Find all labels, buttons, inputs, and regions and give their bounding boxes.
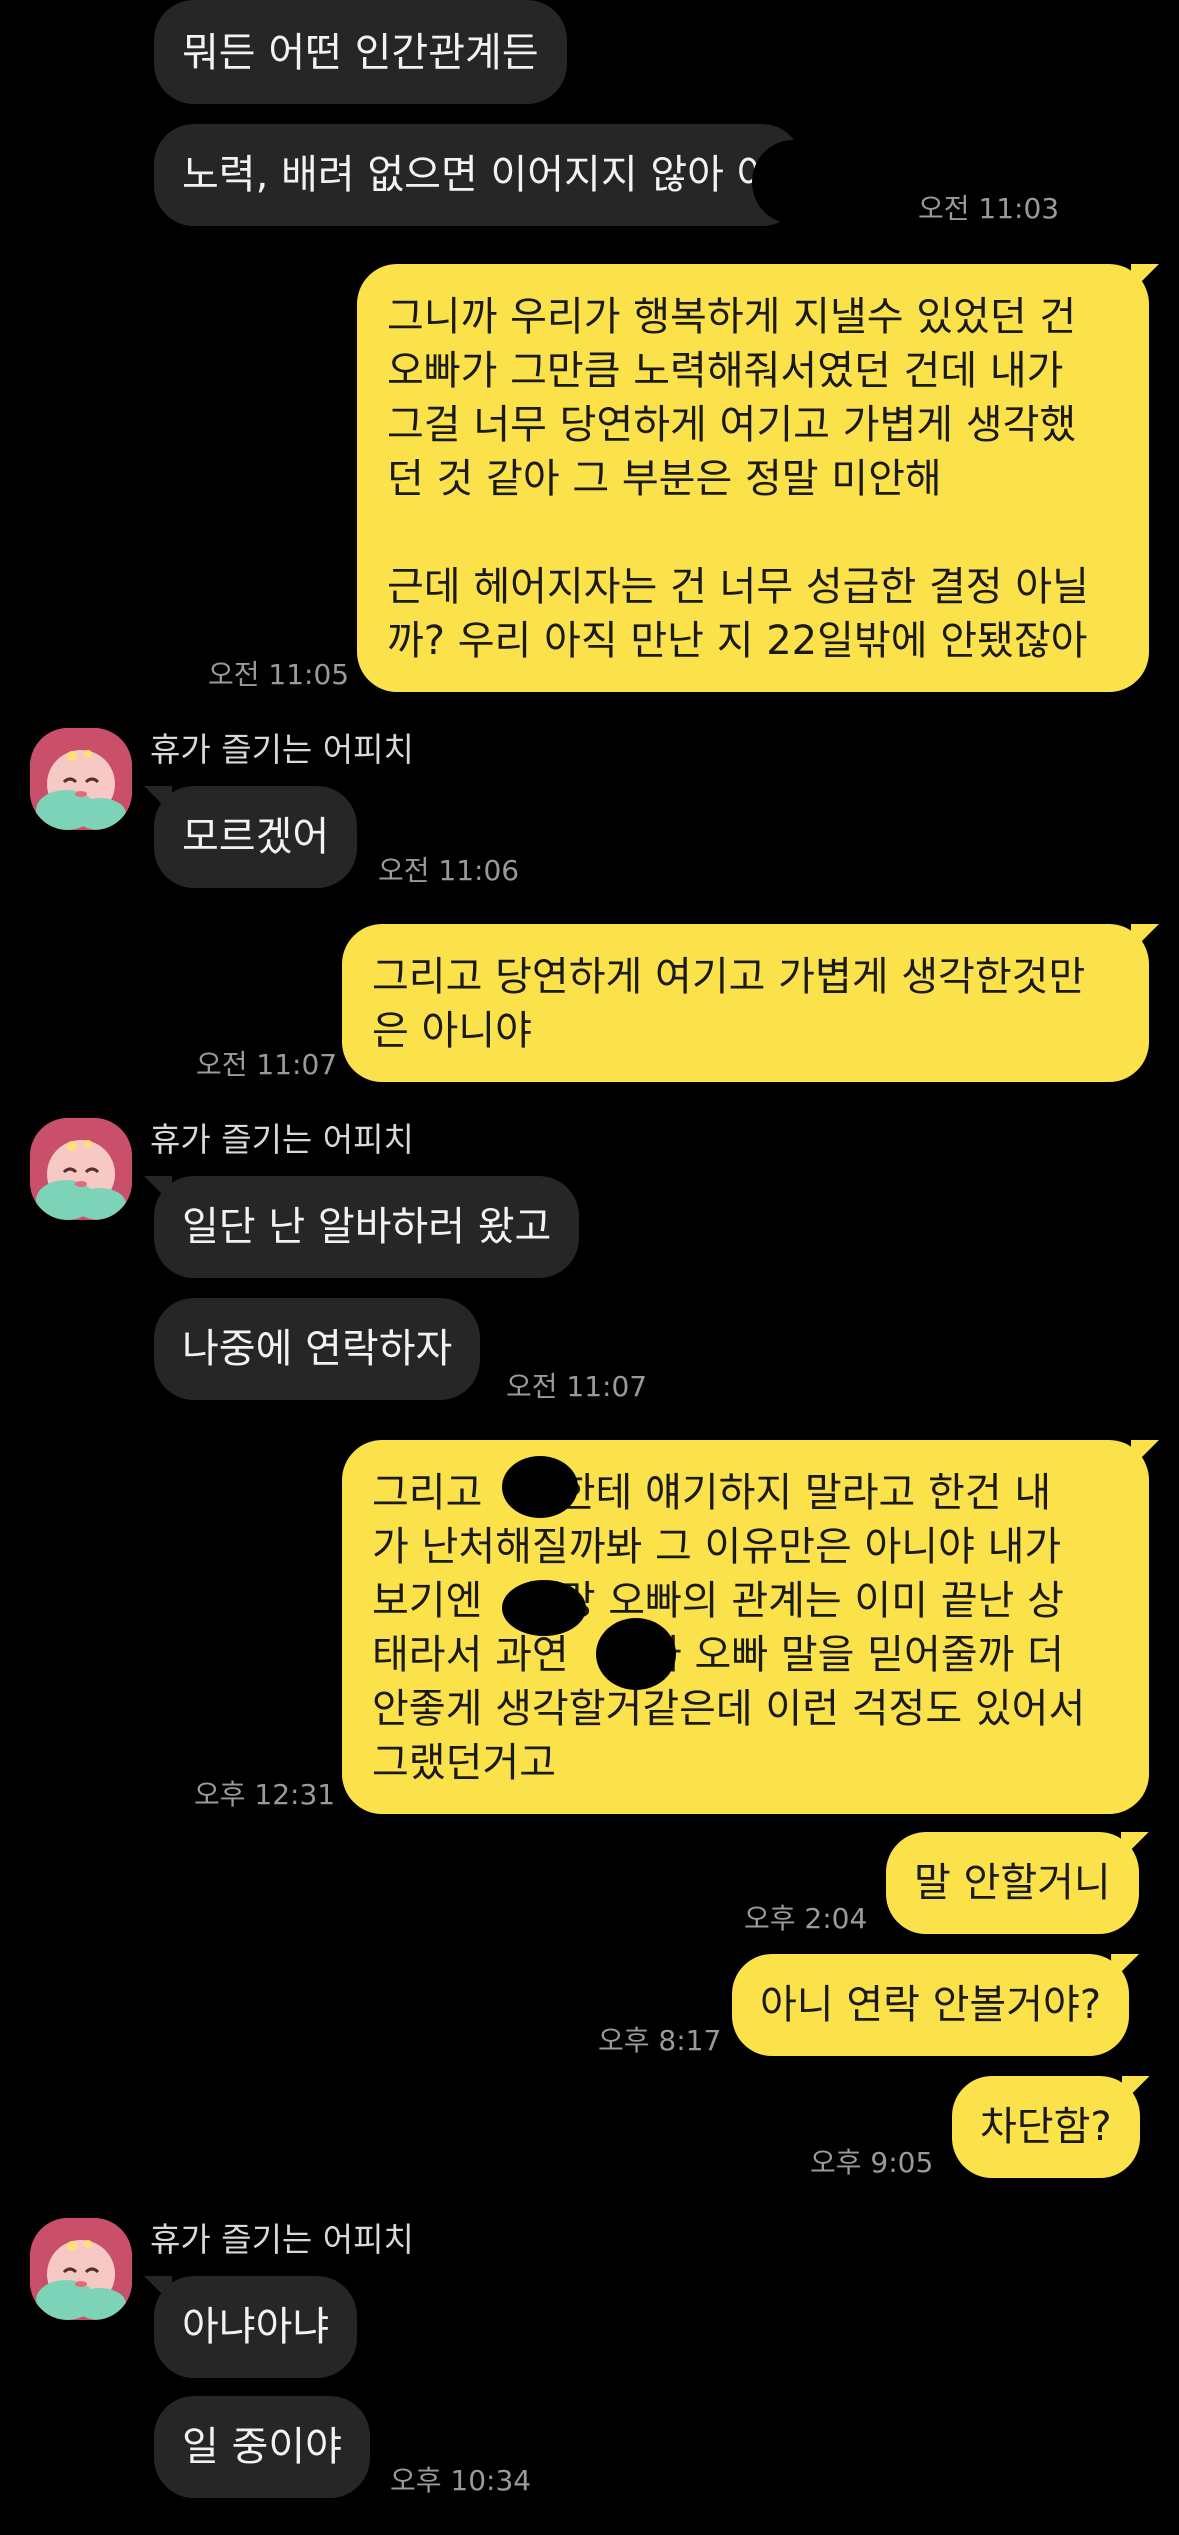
message-timestamp: 오후 2:04: [744, 1902, 868, 1935]
incoming-message-bubble[interactable]: 일 중이야: [154, 2396, 370, 2498]
censor-mark: [502, 1456, 578, 1518]
message-timestamp: 오전 11:05: [208, 658, 350, 691]
message-timestamp: 오전 11:07: [196, 1048, 338, 1081]
sender-name: 휴가 즐기는 어피치: [150, 1120, 414, 1159]
incoming-message-bubble[interactable]: 노력, 배려 없으면 이어지지 않아 아: [154, 124, 802, 226]
apeach-avatar-icon[interactable]: [30, 728, 132, 830]
sender-name: 휴가 즐기는 어피치: [150, 2220, 414, 2259]
censor-mark: [502, 1580, 586, 1636]
message-timestamp: 오전 11:07: [506, 1370, 648, 1403]
outgoing-message-bubble[interactable]: 차단함?: [952, 2076, 1140, 2178]
incoming-message-bubble[interactable]: 아냐아냐: [154, 2276, 358, 2378]
outgoing-message-bubble[interactable]: 그리고 당연하게 여기고 가볍게 생각한것만 은 아니야: [342, 924, 1149, 1082]
incoming-message-bubble[interactable]: 일단 난 알바하러 왔고: [154, 1176, 580, 1278]
apeach-avatar-icon[interactable]: [30, 2218, 132, 2320]
chat-room[interactable]: 뭐든 어떤 인간관계든 노력, 배려 없으면 이어지지 않아 아 오전 11:0…: [0, 0, 1179, 2535]
outgoing-message-bubble[interactable]: 아니 연락 안볼거야?: [732, 1954, 1130, 2056]
apeach-avatar-icon[interactable]: [30, 1118, 132, 1220]
outgoing-message-bubble[interactable]: 말 안할거니: [886, 1832, 1139, 1934]
message-timestamp: 오후 8:17: [598, 2024, 722, 2057]
outgoing-message-bubble[interactable]: 그니까 우리가 행복하게 지낼수 있었던 건 오빠가 그만큼 노력해줘서였던 건…: [357, 264, 1149, 692]
incoming-message-bubble[interactable]: 모르겠어: [154, 786, 358, 888]
sender-name: 휴가 즐기는 어피치: [150, 730, 414, 769]
message-timestamp: 오전 11:06: [378, 854, 520, 887]
message-timestamp: 오후 12:31: [194, 1778, 336, 1811]
message-timestamp: 오후 10:34: [390, 2464, 532, 2497]
outgoing-message-bubble[interactable]: 그리고 한테 얘기하지 말라고 한건 내 가 난처해질까봐 그 이유만은 아니야…: [342, 1440, 1149, 1814]
message-timestamp: 오전 11:03: [918, 192, 1060, 225]
censor-mark: [596, 1618, 676, 1690]
incoming-message-bubble[interactable]: 나중에 연락하자: [154, 1298, 481, 1400]
message-timestamp: 오후 9:05: [810, 2146, 934, 2179]
censor-mark: [752, 140, 834, 224]
incoming-message-bubble[interactable]: 뭐든 어떤 인간관계든: [154, 0, 567, 104]
